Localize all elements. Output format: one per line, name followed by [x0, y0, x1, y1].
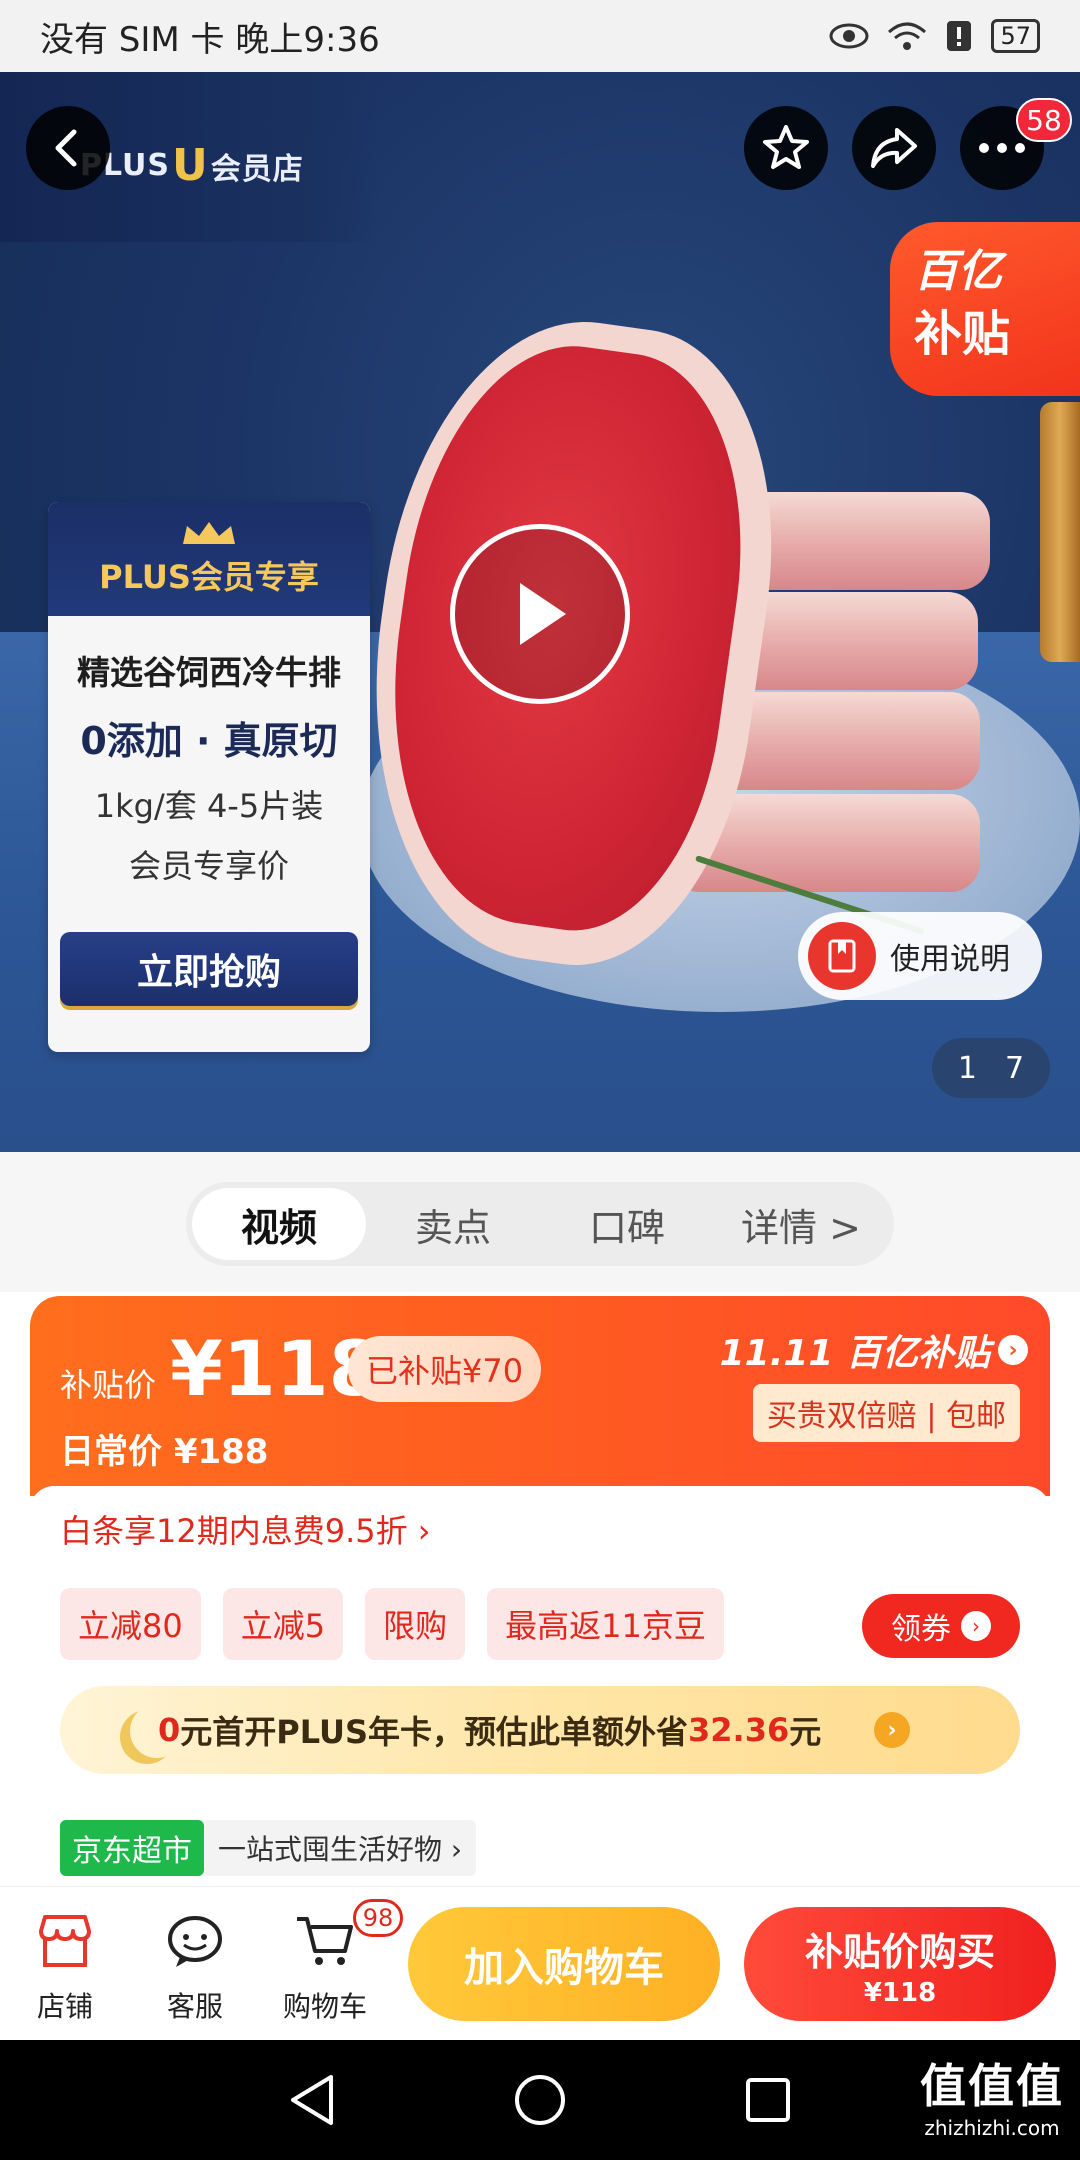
customer-service-button[interactable]: 客服: [140, 1909, 250, 2025]
status-icons: 57: [829, 19, 1040, 53]
triangle-back-icon: [291, 2075, 333, 2125]
coupon-tag[interactable]: 立减80: [60, 1588, 201, 1660]
favorite-button[interactable]: [744, 106, 828, 190]
cart-count-badge: 98: [353, 1899, 403, 1937]
billion-subsidy-badge: 百亿 补贴: [890, 222, 1080, 396]
store-icon: [33, 1909, 97, 1973]
bottom-action-bar: 店铺 客服 98 购物车 加入购物车 补贴价购买 ¥118: [0, 1886, 1080, 2040]
chevron-right-icon: ›: [874, 1712, 910, 1748]
alert-icon: [947, 21, 972, 51]
guarantee-tag[interactable]: 买贵双倍赔 | 包邮: [752, 1384, 1020, 1442]
chevron-right-icon: ›: [998, 1335, 1028, 1365]
jd-supermarket-tag: 京东超市: [60, 1820, 204, 1876]
subsidized-amount-badge: 已补贴¥70: [348, 1336, 542, 1402]
page-current: 1: [957, 1050, 977, 1086]
product-hero-carousel[interactable]: PLUS U 会员店 58 百亿 补贴 PLUS会员专享 精选谷饲西冷牛排 0添…: [0, 72, 1080, 1152]
chevron-right-icon: ›: [961, 1611, 991, 1641]
promo-title: 精选谷饲西冷牛排: [77, 653, 341, 692]
usage-guide-label: 使用说明: [890, 942, 1010, 977]
eye-icon: [829, 23, 869, 49]
system-navigation-bar: 值值值 zhizhizhi.com: [0, 2040, 1080, 2160]
play-video-button[interactable]: [450, 524, 630, 704]
promo-spec: 1kg/套 4-5片装: [94, 787, 324, 825]
carousel-page-indicator: 1 7: [932, 1038, 1050, 1098]
carrier-time: 没有 SIM 卡 晚上9:36: [40, 19, 380, 60]
cart-icon: 98: [293, 1899, 403, 1973]
status-bar: 没有 SIM 卡 晚上9:36 57: [0, 0, 1080, 72]
store-button[interactable]: 店铺: [10, 1909, 120, 2025]
star-icon: [763, 125, 809, 169]
share-button[interactable]: [852, 106, 936, 190]
coupon-tag[interactable]: 立减5: [222, 1588, 344, 1660]
offers-panel: 白条享12期内息费9.5折 › 立减80 立减5 限购 最高返11京豆 领券 ›…: [30, 1486, 1050, 1886]
jd-supermarket-text: 一站式囤生活好物 ›: [218, 1833, 463, 1866]
book-icon: [808, 922, 876, 990]
tab-video[interactable]: 视频: [192, 1188, 366, 1260]
claim-coupon-button[interactable]: 领券 ›: [862, 1594, 1020, 1658]
jd-supermarket-link[interactable]: 京东超市 一站式囤生活好物 ›: [60, 1820, 477, 1876]
baitiao-installment-link[interactable]: 白条享12期内息费9.5折 ›: [60, 1506, 431, 1552]
cart-button[interactable]: 98 购物车: [270, 1899, 403, 2025]
plus-card-offer-strip[interactable]: 0 元首开PLUS年卡，预估此单额外省 32.36 元 ›: [60, 1686, 1020, 1774]
tabs-section: 视频 卖点 口碑 详情 >: [0, 1152, 1080, 1292]
page-total: 7: [1005, 1050, 1025, 1086]
usage-guide-button[interactable]: 使用说明: [798, 912, 1042, 1000]
buy-now-promo-button[interactable]: 立即抢购: [60, 932, 358, 1006]
chat-smile-icon: [163, 1909, 227, 1973]
content-tabs: 视频 卖点 口碑 详情 >: [186, 1182, 894, 1266]
battery-indicator: 57: [991, 19, 1040, 53]
nav-back-button[interactable]: [282, 2070, 342, 2130]
coupon-tag[interactable]: 最高返11京豆: [487, 1588, 724, 1660]
more-dots-icon: [979, 143, 1025, 153]
buy-now-button[interactable]: 补贴价购买 ¥118: [744, 1907, 1056, 2021]
play-icon: [520, 583, 566, 645]
pepper-mill: [1040, 402, 1080, 662]
nav-home-button[interactable]: [510, 2070, 570, 2130]
coupon-list: 立减80 立减5 限购 最高返11京豆: [60, 1588, 724, 1660]
promo-card-header: PLUS会员专享: [48, 502, 370, 616]
wifi-icon: [888, 22, 927, 50]
back-button[interactable]: [26, 106, 110, 190]
plus-store-logo: PLUS U 会员店: [80, 140, 304, 191]
moon-icon: [130, 1704, 184, 1758]
crown-icon: [183, 522, 235, 544]
circle-home-icon: [515, 2075, 565, 2125]
nav-recents-button[interactable]: [738, 2070, 798, 2130]
coupon-tag[interactable]: 限购: [365, 1588, 466, 1660]
add-to-cart-button[interactable]: 加入购物车: [408, 1907, 720, 2021]
regular-price: 日常价 ¥188: [60, 1432, 269, 1472]
watermark: 值值值 zhizhizhi.com: [920, 2059, 1064, 2140]
plus-promo-card[interactable]: PLUS会员专享 精选谷饲西冷牛排 0添加 · 真原切 1kg/套 4-5片装 …: [48, 502, 370, 1052]
price-panel: 补贴价 ¥118 已补贴¥70 日常价 ¥188 11.11 百亿补贴 › 买贵…: [30, 1296, 1050, 1496]
tab-details[interactable]: 详情 >: [714, 1188, 888, 1260]
promo-price-note: 会员专享价: [128, 847, 289, 885]
square-recents-icon: [746, 2078, 790, 2122]
message-count-badge: 58: [1016, 98, 1072, 142]
subsidy-price-label: 补贴价: [60, 1366, 157, 1404]
share-icon: [871, 128, 917, 168]
tab-selling-points[interactable]: 卖点: [366, 1188, 540, 1260]
tab-reviews[interactable]: 口碑: [540, 1188, 714, 1260]
back-arrow-icon: [55, 129, 77, 167]
promo-subtitle: 0添加 · 真原切: [80, 719, 338, 763]
event-subsidy-link[interactable]: 11.11 百亿补贴 ›: [720, 1324, 1028, 1376]
